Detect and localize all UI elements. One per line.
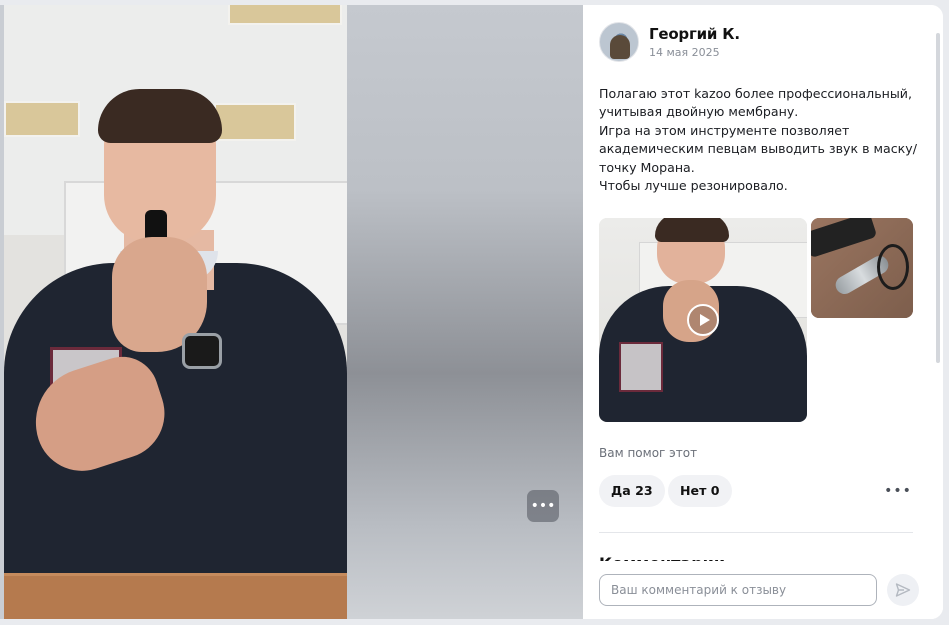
scene-desk bbox=[4, 573, 347, 619]
review-media-viewer: ••• Георгий К. 14 мая 2025 Полагаю этот … bbox=[0, 5, 943, 619]
review-text-line: учитывая двойную мембрану. bbox=[599, 104, 799, 120]
author-name[interactable]: Георгий К. bbox=[649, 25, 740, 43]
divider bbox=[599, 532, 913, 533]
review-text-line: точку Морана. bbox=[599, 159, 695, 175]
scene-lamp bbox=[214, 103, 296, 141]
send-icon bbox=[895, 583, 911, 597]
review-author: Георгий К. 14 мая 2025 bbox=[599, 21, 740, 63]
scene-lamp bbox=[4, 101, 80, 137]
attachment-video-thumbnail[interactable] bbox=[599, 218, 807, 422]
review-date: 14 мая 2025 bbox=[649, 46, 720, 59]
avatar-figure-icon bbox=[610, 35, 630, 59]
person-hair bbox=[98, 89, 222, 143]
more-horizontal-icon: ••• bbox=[884, 483, 912, 499]
media-more-button[interactable]: ••• bbox=[527, 490, 559, 522]
play-icon bbox=[700, 314, 710, 326]
scrollbar-thumb[interactable] bbox=[936, 33, 940, 363]
review-more-button[interactable]: ••• bbox=[883, 483, 913, 499]
main-video[interactable] bbox=[4, 5, 347, 619]
play-button[interactable] bbox=[687, 304, 719, 336]
helpful-question: Вам помог этот bbox=[599, 446, 698, 460]
user-avatar[interactable] bbox=[599, 22, 639, 62]
scene-lamp bbox=[228, 5, 342, 25]
review-text-line: Чтобы лучше резонировало. bbox=[599, 178, 788, 194]
wristwatch bbox=[182, 333, 222, 369]
review-text-line: академическим певцам выводить звук в мас… bbox=[599, 141, 917, 157]
media-blurred-background bbox=[347, 5, 583, 619]
send-button[interactable] bbox=[887, 574, 919, 606]
vote-no-button[interactable]: Нет 0 bbox=[668, 475, 732, 507]
vote-yes-button[interactable]: Да 23 bbox=[599, 475, 665, 507]
thumb-sweater-logo bbox=[619, 342, 663, 392]
comment-bar bbox=[583, 561, 943, 619]
more-horizontal-icon: ••• bbox=[530, 498, 556, 514]
review-text: Полагаю этот kazoo более профессиональны… bbox=[599, 85, 919, 195]
comment-input[interactable] bbox=[599, 574, 877, 606]
photo-cable bbox=[877, 244, 909, 290]
review-text-line: Полагаю этот kazoo более профессиональны… bbox=[599, 86, 912, 101]
attachment-photo-thumbnail[interactable] bbox=[811, 218, 913, 318]
thumb-person-hair bbox=[655, 218, 729, 242]
review-panel: Георгий К. 14 мая 2025 Полагаю этот kazo… bbox=[583, 5, 943, 619]
review-text-line: Игра на этом инструменте позволяет bbox=[599, 122, 850, 138]
author-info: Георгий К. 14 мая 2025 bbox=[649, 25, 740, 59]
media-viewer: ••• bbox=[0, 5, 583, 619]
